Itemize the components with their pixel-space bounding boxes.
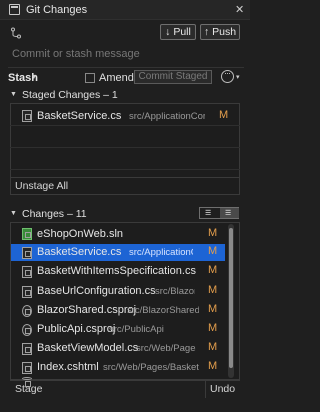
commit-staged-button[interactable]: Commit Staged [134,70,212,84]
file-name: BaseUrlConfiguration.cs [37,285,156,297]
file-path: src/Web/Pages/Basket [103,362,199,373]
cs-file-icon [22,110,32,122]
file-path: src/Web/Pages/E [136,343,196,354]
more-options-icon[interactable]: ··· [221,68,234,83]
staged-file-status: M [219,109,229,121]
file-path: src/BlazorSh [155,286,195,297]
amend-label: Amend [99,72,134,84]
changes-header[interactable]: Changes – 11 [22,208,87,220]
file-name: eShopOnWeb.sln [37,228,124,240]
file-status: M [208,341,218,353]
cshtml-icon [22,362,32,374]
file-status: M [208,360,218,372]
cs-file-icon [22,266,32,278]
file-status: M [208,322,218,334]
commit-message-placeholder: Commit or stash message [12,48,140,60]
file-name: BasketViewModel.cs [37,342,139,354]
branch-icon[interactable] [10,27,22,42]
file-status: M [208,284,218,296]
collapse-chevron-icon[interactable]: ▼ [10,91,17,98]
git-changes-icon [9,4,20,15]
pull-button[interactable]: ↓ Pull [160,24,196,40]
file-path: src/BlazorShared [127,305,199,316]
file-name: BasketService.cs [37,246,122,258]
file-name: BlazorShared.csproj [37,304,137,316]
cs-file-icon [22,286,32,298]
close-icon[interactable]: ✕ [235,3,244,16]
csproj-icon [22,305,32,317]
chevron-down-icon[interactable]: ▾ [32,72,36,81]
solution-icon [22,228,32,240]
file-name: Index.cshtml [37,361,99,373]
scrollbar-thumb[interactable] [229,228,233,368]
cs-file-icon [22,247,32,259]
file-name: PublicApi.csproj [37,323,116,335]
window-title: Git Changes [26,4,88,16]
undo-label[interactable]: Undo [210,383,235,395]
push-button[interactable]: ↑ Push [200,24,240,40]
stage-button[interactable]: Stage [15,383,42,395]
cs-file-icon [22,343,32,355]
file-name: BasketWithItemsSpecification.cs [37,265,196,277]
file-status: M [208,227,218,239]
staged-changes-header[interactable]: Staged Changes – 1 [22,89,118,101]
staged-file-path: src/ApplicationCore/Se [129,111,205,122]
file-path: src/PublicApi [109,324,164,335]
file-status: M [208,303,218,315]
chevron-down-icon[interactable]: ▾ [236,73,240,81]
unstage-all-button[interactable]: Unstage All [15,180,68,192]
csproj-icon [22,324,32,336]
row-divider [10,169,240,170]
staged-file-name[interactable]: BasketService.cs [37,110,121,122]
collapse-chevron-icon[interactable]: ▼ [10,210,17,217]
view-toggle[interactable]: ☰ ☰ [199,207,239,219]
file-status: M [208,264,218,276]
row-divider [10,147,240,148]
amend-checkbox[interactable] [85,73,95,83]
file-status: M [208,245,218,257]
file-path: src/ApplicationCore [129,247,193,258]
row-divider [10,125,240,126]
